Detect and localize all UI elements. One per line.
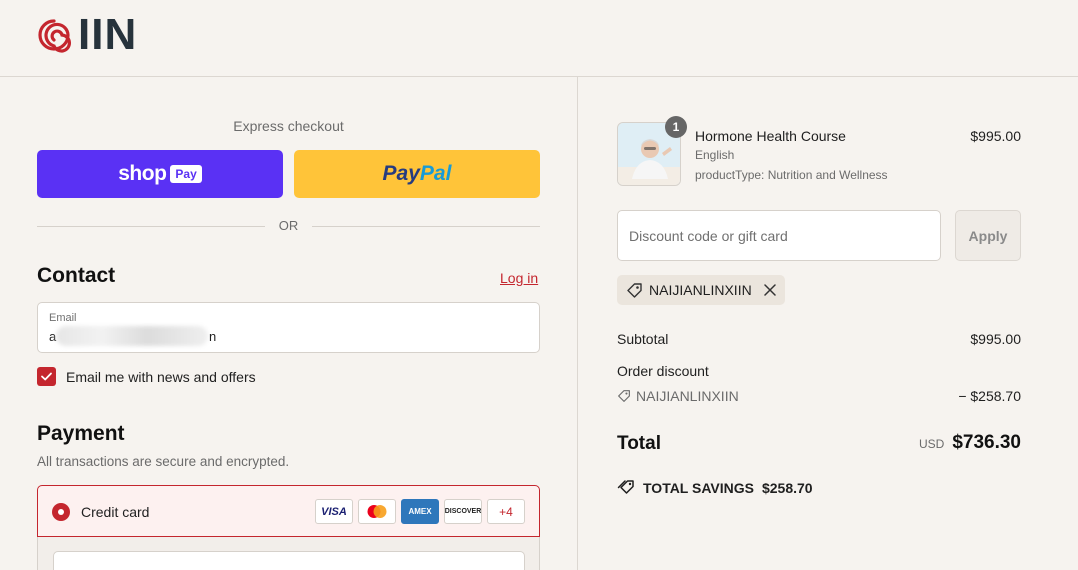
card-details-panel bbox=[37, 537, 540, 570]
product-name: Hormone Health Course bbox=[695, 128, 846, 144]
iin-logo[interactable]: IIN bbox=[36, 10, 138, 59]
email-field[interactable]: Email a n bbox=[37, 302, 540, 353]
discount-code-row: NAIJIANLINXIIN bbox=[617, 388, 739, 404]
radio-dot bbox=[58, 509, 64, 515]
product-type: productType: Nutrition and Wellness bbox=[695, 168, 888, 182]
or-divider: OR bbox=[37, 218, 540, 234]
subtotal-label: Subtotal bbox=[617, 331, 669, 347]
discover-card-icon: DISCOVER bbox=[444, 499, 482, 524]
paypal-word-pal: Pal bbox=[419, 162, 452, 185]
card-number-field[interactable] bbox=[53, 551, 525, 570]
credit-card-radio[interactable] bbox=[52, 503, 70, 521]
amex-card-icon: AMEX bbox=[401, 499, 439, 524]
logo-text: IIN bbox=[78, 10, 138, 59]
remove-code-button[interactable] bbox=[763, 284, 776, 296]
total-amount: $736.30 bbox=[952, 432, 1021, 453]
login-link[interactable]: Log in bbox=[500, 270, 538, 286]
applied-code-text: NAIJIANLINXIIN bbox=[649, 282, 752, 298]
total-savings-row: TOTAL SAVINGS $258.70 bbox=[617, 479, 813, 496]
newsletter-checkbox[interactable] bbox=[37, 367, 56, 386]
payment-subtitle: All transactions are secure and encrypte… bbox=[37, 454, 290, 469]
total-value: USD $736.30 bbox=[919, 432, 1021, 454]
subtotal-value: $995.00 bbox=[970, 331, 1021, 347]
email-redaction bbox=[56, 326, 208, 346]
savings-value: $258.70 bbox=[761, 479, 813, 496]
email-label: Email bbox=[49, 312, 77, 324]
savings-label: TOTAL SAVINGS bbox=[643, 479, 754, 496]
paypal-button[interactable]: Pay Pal bbox=[294, 150, 540, 198]
spiral-logo-icon bbox=[38, 19, 71, 53]
credit-card-label: Credit card bbox=[81, 504, 150, 520]
total-label: Total bbox=[617, 433, 661, 454]
divider-line bbox=[312, 226, 540, 227]
checkout-form: Express checkout shop Pay Pay Pal OR Cont… bbox=[0, 77, 578, 570]
newsletter-checkbox-row[interactable]: Email me with news and offers bbox=[37, 367, 256, 386]
apply-button[interactable]: Apply bbox=[955, 210, 1021, 261]
product-price: $995.00 bbox=[970, 128, 1021, 144]
product-language: English bbox=[695, 148, 735, 162]
contact-heading: Contact bbox=[37, 264, 116, 287]
tag-icon bbox=[627, 282, 642, 298]
credit-card-option[interactable]: Credit card VISA AMEX DISCOVER +4 bbox=[37, 485, 540, 537]
more-cards-badge[interactable]: +4 bbox=[487, 499, 525, 524]
express-checkout-label: Express checkout bbox=[233, 118, 344, 134]
newsletter-label: Email me with news and offers bbox=[66, 368, 256, 385]
shop-pay-word: shop bbox=[118, 162, 167, 185]
paypal-word-pay: Pay bbox=[382, 162, 420, 185]
mastercard-icon bbox=[358, 499, 396, 524]
tags-icon bbox=[617, 480, 634, 494]
card-brands: VISA AMEX DISCOVER +4 bbox=[315, 499, 525, 524]
tag-icon bbox=[618, 390, 630, 402]
total-currency: USD bbox=[918, 437, 945, 451]
discount-code-input[interactable] bbox=[617, 210, 941, 261]
email-value-end: n bbox=[209, 329, 217, 344]
discount-amount: − $258.70 bbox=[958, 388, 1021, 404]
shop-pay-tag: Pay bbox=[170, 165, 202, 183]
quantity-badge: 1 bbox=[665, 116, 687, 138]
visa-card-icon: VISA bbox=[315, 499, 353, 524]
order-discount-label: Order discount bbox=[617, 363, 709, 379]
discount-code-text: NAIJIANLINXIIN bbox=[636, 388, 739, 404]
close-icon bbox=[763, 284, 776, 296]
header: IIN bbox=[0, 0, 1078, 77]
checkmark-icon bbox=[41, 372, 52, 381]
applied-code-chip: NAIJIANLINXIIN bbox=[617, 275, 785, 305]
order-summary: 1 Hormone Health Course English productT… bbox=[579, 77, 1078, 570]
shop-pay-button[interactable]: shop Pay bbox=[37, 150, 283, 198]
payment-heading: Payment bbox=[37, 422, 125, 445]
